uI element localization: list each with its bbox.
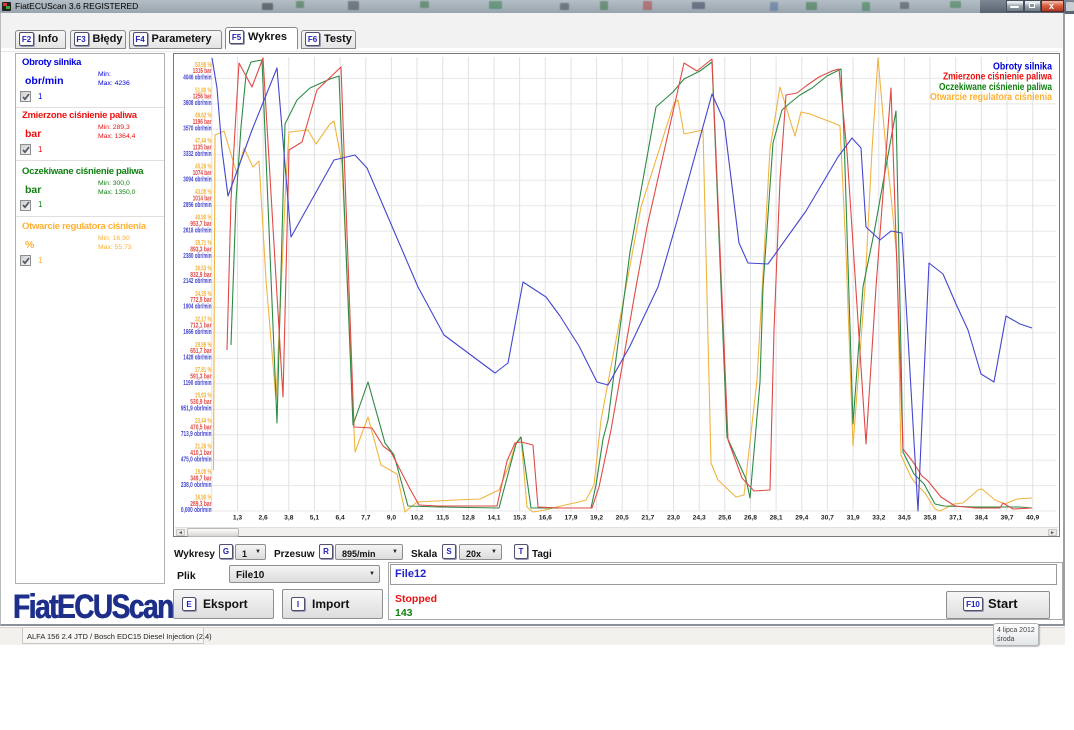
- svg-text:3,8: 3,8: [284, 514, 294, 521]
- svg-text:2618 obr/min: 2618 obr/min: [183, 227, 211, 234]
- svg-text:9,0: 9,0: [387, 514, 397, 521]
- svg-text:35,8: 35,8: [923, 514, 936, 521]
- svg-text:17,9: 17,9: [564, 514, 577, 521]
- svg-text:2380 obr/min: 2380 obr/min: [183, 253, 211, 260]
- svg-text:21,7: 21,7: [641, 514, 654, 521]
- svg-text:40,9: 40,9: [1026, 514, 1039, 521]
- svg-text:15,3: 15,3: [513, 514, 526, 521]
- svg-text:24,3: 24,3: [693, 514, 706, 521]
- svg-text:33,2: 33,2: [872, 514, 885, 521]
- svg-text:2,6: 2,6: [258, 514, 268, 521]
- svg-text:713,9 obr/min: 713,9 obr/min: [181, 431, 212, 438]
- svg-text:3094 obr/min: 3094 obr/min: [183, 176, 211, 183]
- svg-text:30,7: 30,7: [821, 514, 834, 521]
- svg-text:12,8: 12,8: [462, 514, 475, 521]
- svg-text:6,4: 6,4: [335, 514, 345, 521]
- svg-text:1904 obr/min: 1904 obr/min: [183, 304, 211, 311]
- svg-text:26,8: 26,8: [744, 514, 757, 521]
- svg-text:Otwarcie regulatora ciśnienia: Otwarcie regulatora ciśnienia: [930, 92, 1052, 103]
- svg-text:20,5: 20,5: [616, 514, 629, 521]
- svg-text:14,1: 14,1: [487, 514, 500, 521]
- svg-text:4046 obr/min: 4046 obr/min: [183, 75, 211, 82]
- svg-text:1428 obr/min: 1428 obr/min: [183, 355, 211, 362]
- svg-text:3570 obr/min: 3570 obr/min: [183, 126, 211, 133]
- svg-text:1,3: 1,3: [233, 514, 243, 521]
- svg-text:29,4: 29,4: [795, 514, 808, 521]
- svg-text:2856 obr/min: 2856 obr/min: [183, 202, 211, 209]
- svg-text:16,6: 16,6: [539, 514, 552, 521]
- svg-text:5,1: 5,1: [310, 514, 320, 521]
- svg-text:28,1: 28,1: [770, 514, 783, 521]
- svg-text:3332 obr/min: 3332 obr/min: [183, 151, 211, 158]
- svg-text:23,0: 23,0: [667, 514, 680, 521]
- svg-text:1666 obr/min: 1666 obr/min: [183, 329, 211, 336]
- svg-text:37,1: 37,1: [949, 514, 962, 521]
- svg-text:2142 obr/min: 2142 obr/min: [183, 278, 211, 285]
- svg-text:238,0 obr/min: 238,0 obr/min: [181, 482, 212, 489]
- svg-text:10,2: 10,2: [410, 514, 423, 521]
- svg-text:11,5: 11,5: [436, 514, 449, 521]
- svg-text:19,2: 19,2: [590, 514, 603, 521]
- svg-text:0,000 obr/min: 0,000 obr/min: [181, 507, 212, 514]
- svg-text:39,7: 39,7: [1000, 514, 1013, 521]
- svg-text:38,4: 38,4: [975, 514, 988, 521]
- svg-text:25,6: 25,6: [718, 514, 731, 521]
- svg-text:31,9: 31,9: [847, 514, 860, 521]
- svg-text:34,5: 34,5: [898, 514, 911, 521]
- svg-text:951,9 obr/min: 951,9 obr/min: [181, 405, 212, 412]
- svg-text:475,0 obr/min: 475,0 obr/min: [181, 456, 212, 463]
- svg-text:7,7: 7,7: [361, 514, 371, 521]
- svg-text:1190 obr/min: 1190 obr/min: [183, 380, 211, 387]
- svg-text:3808 obr/min: 3808 obr/min: [183, 100, 211, 107]
